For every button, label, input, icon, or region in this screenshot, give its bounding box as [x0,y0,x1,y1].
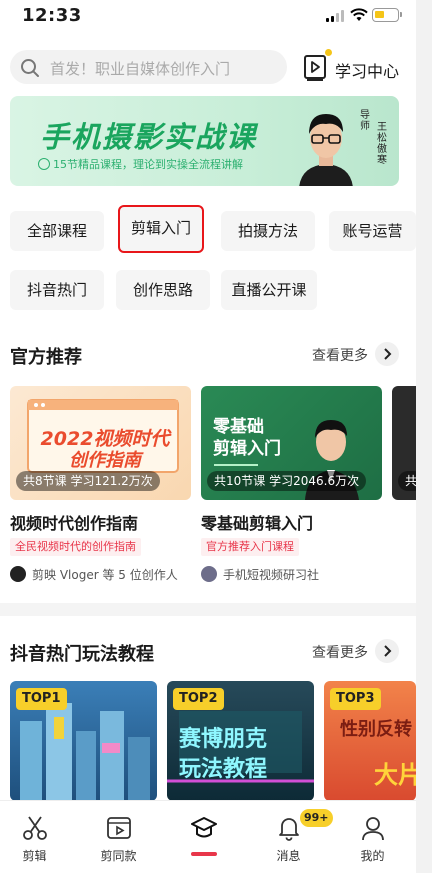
tab-learn[interactable] [162,801,245,873]
study-center-label: 学习中心 [335,62,400,81]
status-time: 12:33 [22,5,82,26]
course-thumbnail: 共 [392,386,416,500]
promo-banner[interactable]: 手机摄影实战课 15节精品课程，理论到实操全流程讲解 导师 王松傲寒 [10,96,399,186]
video-headline-1: 性别反转 [340,719,412,740]
douyin-more-arrow[interactable] [375,639,399,663]
status-bar: 12:33 [0,0,416,34]
course-title: 零基础剪辑入门 [201,514,314,533]
notification-dot [325,49,332,56]
course-thumbnail: 零基础 剪辑入门 共10节课 学习2046.6万次 [201,386,382,500]
banner-title: 手机摄影实战课 [40,120,258,154]
banner-subtitle: 15节精品课程，理论到实操全流程讲解 [38,156,243,172]
search-input[interactable]: 首发！职业自媒体创作入门 [10,50,287,84]
course-stats: 共8节课 学习121.2万次 [16,471,160,491]
douyin-see-more[interactable]: 查看更多 [312,642,368,662]
video-card[interactable]: TOP3 性别反转 大片 [324,681,416,801]
thumb-headline-2: 剪辑入门 [213,439,281,459]
message-count-badge: 99+ [300,809,333,827]
video-headline-2: 玩法教程 [179,757,268,782]
bottom-tab-bar: 剪辑 剪同款 消息 99+ 我的 [0,800,416,873]
tab-label: 我的 [360,849,385,863]
thumb-headline-2: 创作指南 [69,450,141,471]
author-avatar [201,566,217,582]
play-book-icon [304,55,326,81]
course-stats: 共 [398,471,416,491]
author-name: 手机短视频研习社 [223,568,320,582]
chip-editing-intro[interactable]: 剪辑入门 [118,205,204,253]
chip-all-courses[interactable]: 全部课程 [10,211,104,251]
course-stats: 共10节课 学习2046.6万次 [207,471,367,491]
cell-signal-icon [326,10,346,22]
douyin-section-title: 抖音热门玩法教程 [10,644,154,665]
tab-label: 剪同款 [100,849,137,863]
video-headline-1: 赛博朋克 [179,727,268,752]
course-card[interactable]: 2022视频时代 创作指南 共8节课 学习121.2万次 视频时代创作指南 全民… [10,386,191,582]
wifi-icon [350,8,368,21]
search-placeholder: 首发！职业自媒体创作入门 [50,60,231,78]
chevron-right-icon [384,348,392,360]
graduation-cap-icon [191,817,217,838]
tab-profile[interactable]: 我的 [331,801,414,873]
course-thumbnail: 2022视频时代 创作指南 共8节课 学习121.2万次 [10,386,191,500]
official-see-more[interactable]: 查看更多 [312,345,368,365]
tab-label: 消息 [276,849,301,863]
course-tag: 官方推荐入门课程 [201,538,299,556]
official-section-title: 官方推荐 [10,347,82,368]
course-title: 视频时代创作指南 [10,514,139,533]
course-tag: 全民视频时代的创作指南 [10,538,141,556]
section-divider [0,603,416,616]
tutor-name: 王松傲寒 [377,122,387,166]
tab-edit[interactable]: 剪辑 [0,801,76,873]
rank-badge: TOP1 [16,688,67,710]
battery-icon [372,8,402,22]
video-clip-icon [107,817,131,839]
chip-account-ops[interactable]: 账号运营 [329,211,416,251]
chevron-right-icon [384,645,392,657]
chip-creative-ideas[interactable]: 创作思路 [116,270,210,310]
course-card[interactable]: 零基础 剪辑入门 共10节课 学习2046.6万次 零基础剪辑入门 官方推荐入门… [201,386,382,582]
chip-live-class[interactable]: 直播公开课 [221,270,317,310]
video-headline-2: 大片 [374,761,416,789]
tab-templates[interactable]: 剪同款 [77,801,160,873]
course-card[interactable]: 共 剪辑 剪映 [392,386,416,500]
official-more-arrow[interactable] [375,342,399,366]
author-avatar [10,566,26,582]
video-card[interactable]: TOP2 赛博朋克 玩法教程 [167,681,314,801]
smile-icon [38,158,50,170]
rank-badge: TOP3 [330,688,381,710]
tutor-photo [299,114,353,186]
tutor-label: 导师 [360,110,370,132]
author-name: 剪映 Vloger 等 5 位创作人 [32,568,178,582]
scrollbar-track[interactable] [416,0,432,873]
tab-label: 剪辑 [22,849,47,863]
chip-shooting-methods[interactable]: 拍摄方法 [221,211,315,251]
chip-douyin-hot[interactable]: 抖音热门 [10,270,104,310]
app-screen: 12:33 首发！职业自媒体创作入门 学习中心 手机摄影实战课 15节精品课程，… [0,0,416,873]
bell-icon [279,818,299,841]
search-icon [21,59,39,77]
rank-badge: TOP2 [173,688,224,710]
active-tab-indicator [191,852,217,856]
user-icon [362,817,384,841]
video-card[interactable]: TOP1 [10,681,157,801]
scissors-icon [23,816,47,840]
